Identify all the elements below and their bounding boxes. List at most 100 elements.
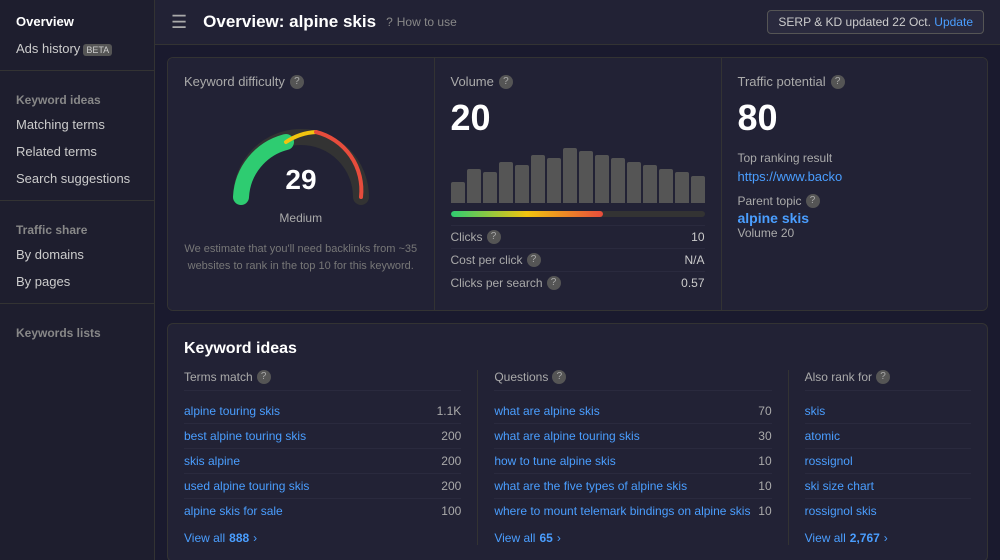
sidebar-item-ads-history[interactable]: Ads historyBETA — [0, 35, 154, 62]
list-item: rossignol — [805, 449, 971, 474]
questions-info-icon[interactable]: ? — [552, 370, 566, 384]
question-link[interactable]: where to mount telemark bindings on alpi… — [494, 504, 750, 518]
questions-col: Questions ? what are alpine skis70what a… — [478, 370, 788, 545]
also-rank-rows: skis atomic rossignol ski size chart rossign… — [805, 399, 971, 523]
sidebar-item-by-pages[interactable]: By pages — [0, 268, 154, 295]
volume-bar — [611, 158, 625, 203]
list-item: best alpine touring skis 200 — [184, 424, 461, 449]
how-to-use-link[interactable]: ? How to use — [386, 15, 457, 29]
question-link[interactable]: what are alpine touring skis — [494, 429, 639, 443]
sidebar-item-search-suggestions[interactable]: Search suggestions — [0, 165, 154, 192]
topbar: ☰ Overview: alpine skis ? How to use SER… — [155, 0, 1000, 45]
keywords-lists-group-label: Keywords lists — [0, 312, 154, 344]
volume-info-icon[interactable]: ? — [499, 75, 513, 89]
terms-match-info-icon[interactable]: ? — [257, 370, 271, 384]
sidebar: Overview Ads historyBETA Keyword ideas M… — [0, 0, 155, 560]
term-link[interactable]: used alpine touring skis — [184, 479, 309, 493]
terms-match-rows: alpine touring skis 1.1K best alpine touri… — [184, 399, 461, 523]
question-link[interactable]: how to tune alpine skis — [494, 454, 615, 468]
term-value: 200 — [441, 429, 461, 443]
update-link[interactable]: Update — [934, 15, 973, 29]
kd-info-icon[interactable]: ? — [290, 75, 304, 89]
sidebar-item-overview[interactable]: Overview — [0, 8, 154, 35]
term-link[interactable]: best alpine touring skis — [184, 429, 306, 443]
page-title: Overview: alpine skis — [203, 12, 376, 32]
sidebar-divider-1 — [0, 70, 154, 71]
term-value: 200 — [441, 479, 461, 493]
svg-text:29: 29 — [285, 164, 316, 195]
parent-topic-label: Parent topic ? — [738, 194, 972, 208]
also-rank-link[interactable]: rossignol — [805, 454, 853, 468]
term-link[interactable]: skis alpine — [184, 454, 240, 468]
question-link[interactable]: what are alpine skis — [494, 404, 599, 418]
list-item: where to mount telemark bindings on alpi… — [494, 499, 771, 523]
sidebar-item-related-terms[interactable]: Related terms — [0, 138, 154, 165]
sidebar-item-by-domains[interactable]: By domains — [0, 241, 154, 268]
cpc-value: N/A — [684, 253, 704, 267]
list-item: atomic — [805, 424, 971, 449]
volume-title: Volume ? — [451, 74, 705, 89]
gauge-svg: 29 — [221, 107, 381, 207]
term-value: 1.1K — [437, 404, 462, 418]
volume-bar — [451, 182, 465, 203]
list-item: skis alpine 200 — [184, 449, 461, 474]
list-item: what are alpine touring skis30 — [494, 424, 771, 449]
beta-badge: BETA — [83, 44, 112, 56]
clicks-label: Clicks ? — [451, 230, 501, 244]
volume-bar — [675, 172, 689, 203]
list-item: rossignol skis — [805, 499, 971, 523]
also-rank-info-icon[interactable]: ? — [876, 370, 890, 384]
ki-columns: Terms match ? alpine touring skis 1.1K bes… — [184, 370, 971, 545]
volume-bar — [627, 162, 641, 203]
clicks-info-icon[interactable]: ? — [487, 230, 501, 244]
list-item: ski size chart — [805, 474, 971, 499]
menu-icon[interactable]: ☰ — [171, 12, 187, 33]
volume-bars — [451, 143, 705, 203]
term-link[interactable]: alpine touring skis — [184, 404, 280, 418]
cpc-stat-row: Cost per click ? N/A — [451, 248, 705, 271]
question-value: 10 — [758, 479, 771, 493]
question-icon: ? — [386, 15, 393, 29]
terms-match-view-all[interactable]: View all 888 › — [184, 531, 461, 545]
top-ranking-link[interactable]: https://www.backo — [738, 169, 972, 184]
also-rank-link[interactable]: rossignol skis — [805, 504, 877, 518]
tp-value: 80 — [738, 97, 972, 139]
also-rank-link[interactable]: skis — [805, 404, 826, 418]
also-rank-header: Also rank for ? — [805, 370, 971, 391]
clicks-bar-fill — [451, 211, 603, 217]
parent-topic-info-icon[interactable]: ? — [806, 194, 820, 208]
terms-match-header: Terms match ? — [184, 370, 461, 391]
volume-value: 20 — [451, 97, 705, 139]
also-rank-link[interactable]: ski size chart — [805, 479, 874, 493]
questions-rows: what are alpine skis 70 what are alpine to… — [494, 399, 771, 523]
volume-bar — [547, 158, 561, 203]
sidebar-item-matching-terms[interactable]: Matching terms — [0, 111, 154, 138]
list-item: alpine touring skis 1.1K — [184, 399, 461, 424]
clicks-bar-container — [451, 211, 705, 217]
list-item: alpine skis for sale100 — [184, 499, 461, 523]
volume-bar — [499, 162, 513, 203]
term-value: 200 — [441, 454, 461, 468]
question-value: 70 — [758, 404, 771, 418]
question-link[interactable]: what are the five types of alpine skis — [494, 479, 687, 493]
volume-bar — [563, 148, 577, 203]
sidebar-divider-3 — [0, 303, 154, 304]
serp-badge: SERP & KD updated 22 Oct. Update — [767, 10, 984, 34]
tp-info-icon[interactable]: ? — [831, 75, 845, 89]
terms-match-count: 888 — [229, 531, 249, 545]
cps-label: Clicks per search ? — [451, 276, 561, 290]
clicks-stat-row: Clicks ? 10 — [451, 225, 705, 248]
list-item: used alpine touring skis 200 — [184, 474, 461, 499]
cpc-info-icon[interactable]: ? — [527, 253, 541, 267]
questions-view-all[interactable]: View all 65 › — [494, 531, 771, 545]
parent-topic-link[interactable]: alpine skis — [738, 210, 972, 226]
also-rank-view-all[interactable]: View all 2,767 › — [805, 531, 971, 545]
also-rank-col: Also rank for ? skis atomic rossignol ski s… — [789, 370, 971, 545]
keyword-ideas-section: Keyword ideas Terms match ? alpine touri… — [167, 323, 988, 560]
keyword-ideas-title: Keyword ideas — [184, 340, 971, 358]
gauge-label: Medium — [279, 211, 322, 225]
also-rank-link[interactable]: atomic — [805, 429, 840, 443]
cps-info-icon[interactable]: ? — [547, 276, 561, 290]
term-link[interactable]: alpine skis for sale — [184, 504, 283, 518]
main-content: ☰ Overview: alpine skis ? How to use SER… — [155, 0, 1000, 560]
